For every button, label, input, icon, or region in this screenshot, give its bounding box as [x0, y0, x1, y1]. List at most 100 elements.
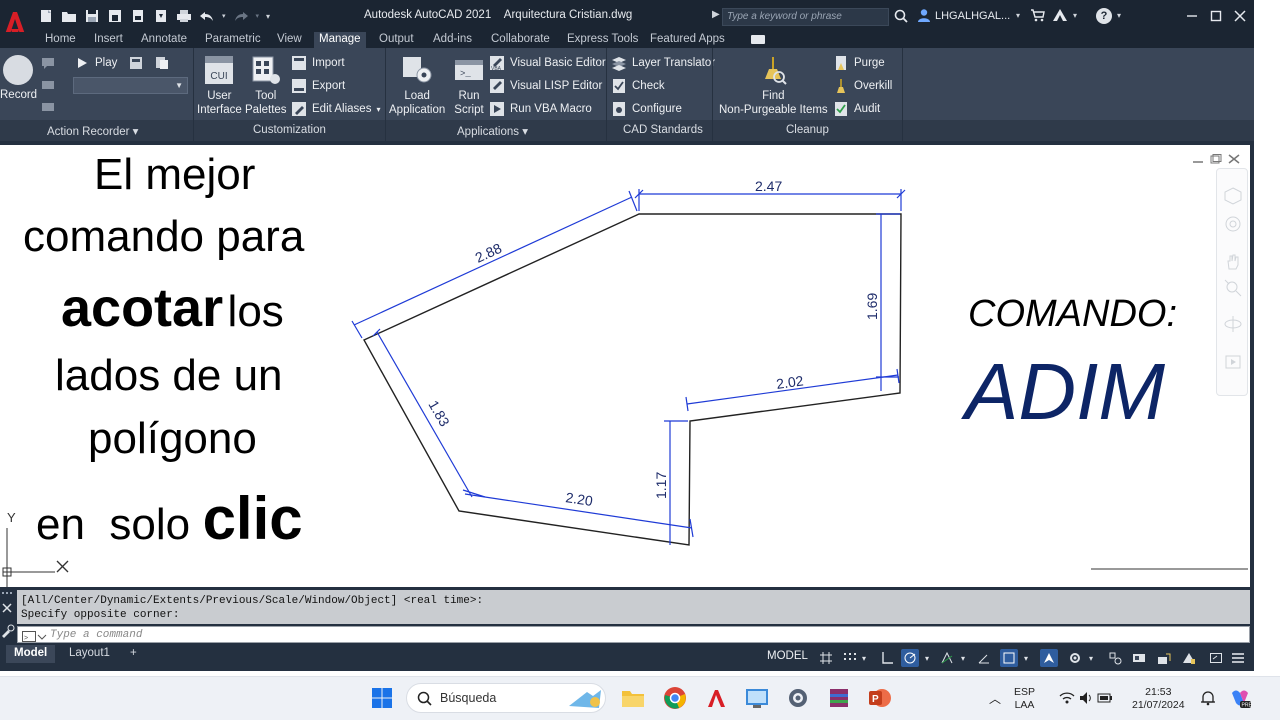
dim-text-right[interactable]: 1.69 — [864, 293, 880, 320]
object-snap-icon[interactable] — [1000, 649, 1018, 667]
panel-title-applications[interactable]: Applications ▾ — [457, 124, 528, 138]
autocad-taskbar-icon[interactable] — [701, 683, 731, 713]
search-icon[interactable] — [894, 9, 908, 23]
panel-title-action-recorder[interactable]: Action Recorder ▾ — [47, 124, 138, 138]
command-prompt-icon[interactable]: >_ — [22, 629, 47, 642]
chrome-icon[interactable] — [660, 683, 690, 713]
action-select-base-icon[interactable] — [40, 98, 56, 116]
object-snap-tracking-icon[interactable] — [975, 649, 993, 667]
user-interface-button[interactable]: CUI User Interface — [197, 54, 242, 117]
action-request-input-icon[interactable] — [40, 76, 56, 94]
windows-search-box[interactable]: Búsqueda — [406, 683, 606, 713]
edit-aliases-button[interactable]: Edit Aliases ▾ — [291, 100, 380, 118]
tab-express-tools[interactable]: Express Tools — [562, 32, 643, 48]
dim-text-top[interactable]: 2.47 — [755, 178, 782, 194]
load-application-button[interactable]: Load Application — [389, 54, 445, 117]
user-icon[interactable] — [917, 8, 931, 22]
snap-caret-icon[interactable]: ▾ — [859, 649, 869, 667]
minimize-icon[interactable] — [1182, 6, 1202, 26]
tab-home[interactable]: Home — [40, 32, 81, 48]
command-input[interactable] — [50, 627, 1240, 642]
polygon-outline[interactable] — [363, 213, 902, 546]
cart-icon[interactable] — [1030, 9, 1045, 22]
image-viewer-icon[interactable] — [742, 683, 772, 713]
tab-add-ins[interactable]: Add-ins — [428, 32, 477, 48]
plot-icon[interactable] — [176, 8, 192, 24]
search-expand-icon[interactable]: ▶ — [712, 9, 720, 20]
windows-start-icon[interactable] — [367, 683, 397, 713]
action-insert-message-icon[interactable] — [40, 54, 56, 72]
osnap-caret-icon[interactable]: ▾ — [1021, 649, 1031, 667]
tab-layout1[interactable]: Layout1 — [61, 645, 118, 663]
tool-palettes-button[interactable]: Tool Palettes — [245, 54, 287, 117]
model-space-button[interactable]: MODEL — [767, 650, 808, 666]
ribbon-toggle-icon[interactable] — [751, 35, 765, 44]
redo-caret-icon[interactable]: ▾ — [256, 12, 260, 20]
record-button[interactable]: Record — [0, 89, 37, 101]
autodesk-a360-icon[interactable] — [1052, 8, 1068, 22]
record-icon[interactable] — [3, 55, 33, 85]
search-input[interactable]: Type a keyword or phrase — [722, 8, 889, 26]
macro-select[interactable]: ▼ — [73, 77, 188, 94]
dim-text-left-lower[interactable]: 1.83 — [425, 398, 453, 430]
show-hidden-icons[interactable]: ︿ — [980, 683, 1010, 713]
check-standards-button[interactable]: Check — [611, 77, 665, 95]
settings-gear-icon[interactable] — [783, 683, 813, 713]
tab-featured-apps[interactable]: Featured Apps — [645, 32, 730, 48]
help-caret-icon[interactable]: ▾ — [1117, 11, 1121, 20]
fullscreen-icon[interactable] — [1207, 649, 1225, 667]
notification-bell-icon[interactable] — [1193, 683, 1223, 713]
overkill-button[interactable]: Overkill — [833, 77, 892, 95]
visual-basic-editor-button[interactable]: VBA Visual Basic Editor — [489, 54, 606, 72]
save-icon[interactable] — [84, 8, 100, 24]
tab-manage[interactable]: Manage — [314, 32, 366, 48]
undo-caret-icon[interactable]: ▾ — [222, 12, 226, 20]
tab-annotate[interactable]: Annotate — [136, 32, 192, 48]
orbit-icon[interactable] — [1224, 315, 1242, 333]
a360-caret-icon[interactable]: ▾ — [1073, 11, 1077, 20]
winrar-icon[interactable] — [824, 683, 854, 713]
file-explorer-icon[interactable] — [618, 683, 648, 713]
input-language[interactable]: ESP LAA — [1014, 686, 1035, 712]
annotation-scale-icon[interactable] — [1040, 649, 1058, 667]
user-caret-icon[interactable]: ▾ — [1016, 11, 1020, 20]
ortho-icon[interactable] — [878, 649, 896, 667]
snap-icon[interactable] — [840, 649, 858, 667]
powerpoint-icon[interactable]: P — [865, 683, 895, 713]
open-folder-icon[interactable] — [61, 8, 77, 24]
viewcube-icon[interactable] — [1224, 187, 1242, 205]
visual-lisp-editor-button[interactable]: Visual LISP Editor — [489, 77, 602, 95]
undo-icon[interactable] — [199, 8, 215, 24]
maximize-icon[interactable] — [1206, 6, 1226, 26]
polar-tracking-icon[interactable] — [901, 649, 919, 667]
dim-text-bottom[interactable]: 2.20 — [565, 489, 595, 509]
close-icon[interactable] — [1230, 6, 1250, 26]
save-web-icon[interactable] — [153, 8, 169, 24]
run-vba-macro-button[interactable]: Run VBA Macro — [489, 100, 592, 118]
add-layout-button[interactable]: + — [122, 645, 145, 663]
battery-icon[interactable] — [1090, 683, 1120, 713]
tab-collaborate[interactable]: Collaborate — [486, 32, 555, 48]
viewport-close-icon[interactable] — [1228, 151, 1240, 164]
tab-insert[interactable]: Insert — [89, 32, 128, 48]
configure-standards-button[interactable]: Configure — [611, 100, 682, 118]
tab-view[interactable]: View — [272, 32, 307, 48]
run-script-button[interactable]: >_ Run Script — [453, 54, 485, 117]
new-file-icon[interactable] — [38, 8, 54, 24]
dim-text-left-upper[interactable]: 2.88 — [473, 240, 505, 266]
redo-icon[interactable] — [233, 8, 249, 24]
clean-screen-icon[interactable] — [1180, 649, 1198, 667]
customize-qat-icon[interactable]: ▾ — [266, 12, 270, 21]
import-button[interactable]: Import — [291, 54, 345, 72]
steering-wheel-icon[interactable] — [1224, 215, 1242, 233]
open-web-icon[interactable] — [130, 8, 146, 24]
isodraft-icon[interactable] — [938, 649, 956, 667]
play-button[interactable]: Play — [74, 54, 117, 72]
help-icon[interactable]: ? — [1096, 8, 1112, 24]
isolate-objects-icon[interactable] — [1106, 649, 1124, 667]
layer-translator-button[interactable]: Layer Translator — [611, 54, 715, 72]
zoom-extents-icon[interactable] — [1224, 279, 1242, 297]
audit-button[interactable]: Audit — [833, 100, 880, 118]
save-as-icon[interactable] — [107, 8, 123, 24]
find-non-purgeable-button[interactable]: Find Non-Purgeable Items — [719, 54, 828, 117]
